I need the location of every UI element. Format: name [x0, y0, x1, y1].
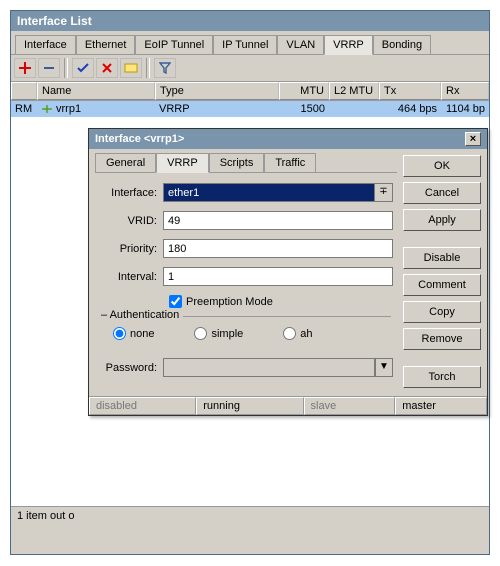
preemption-checkbox[interactable]	[169, 295, 182, 308]
cell-mtu: 1500	[279, 101, 329, 117]
vrrp-icon	[41, 104, 53, 114]
tab-bonding[interactable]: Bonding	[373, 35, 431, 54]
chevron-down-icon: ▼	[379, 361, 389, 372]
password-input	[163, 358, 375, 377]
close-button[interactable]: ×	[465, 132, 481, 146]
col-type[interactable]: Type	[155, 82, 279, 100]
priority-input[interactable]	[163, 239, 393, 258]
torch-button[interactable]: Torch	[403, 366, 481, 388]
minus-icon	[43, 62, 55, 74]
dlg-tab-vrrp[interactable]: VRRP	[156, 153, 209, 173]
vrrp-form: Interface: ∓ VRID: Priority:	[95, 173, 397, 390]
ok-button[interactable]: OK	[403, 155, 481, 177]
disable-button[interactable]	[96, 58, 118, 78]
tab-ip-tunnel[interactable]: IP Tunnel	[213, 35, 277, 54]
apply-button[interactable]: Apply	[403, 209, 481, 231]
col-mtu[interactable]: MTU	[279, 82, 329, 100]
tab-interface[interactable]: Interface	[15, 35, 76, 54]
vrid-input[interactable]	[163, 211, 393, 230]
filter-button[interactable]	[154, 58, 176, 78]
col-rx[interactable]: Rx	[441, 82, 489, 100]
password-label: Password:	[99, 362, 163, 374]
dialog-titlebar[interactable]: Interface <vrrp1> ×	[89, 129, 487, 149]
main-tabstrip: Interface Ethernet EoIP Tunnel IP Tunnel…	[11, 31, 489, 55]
plus-icon	[19, 62, 31, 74]
window-title: Interface List	[11, 11, 489, 31]
interface-input[interactable]	[163, 183, 375, 202]
grid-header: Name Type MTU L2 MTU Tx Rx	[11, 82, 489, 101]
remove-button[interactable]	[38, 58, 60, 78]
check-icon	[77, 62, 89, 74]
toolbar-separator	[64, 58, 68, 78]
col-flags[interactable]	[11, 82, 37, 100]
dialog-title-text: Interface <vrrp1>	[95, 133, 184, 145]
authentication-legend: – Authentication	[101, 309, 183, 321]
copy-button[interactable]: Copy	[403, 301, 481, 323]
interface-label: Interface:	[99, 187, 163, 199]
cell-flags: RM	[11, 101, 37, 117]
status-slave: slave	[304, 397, 396, 415]
comment-button[interactable]	[120, 58, 142, 78]
dlg-tab-traffic[interactable]: Traffic	[264, 153, 316, 172]
tab-eoip-tunnel[interactable]: EoIP Tunnel	[135, 35, 213, 54]
toolbar	[11, 55, 489, 82]
preemption-label: Preemption Mode	[186, 296, 273, 308]
col-tx[interactable]: Tx	[379, 82, 441, 100]
table-row[interactable]: RM vrrp1 VRRP 1500 464 bps 1104 bp	[11, 101, 489, 117]
toolbar-separator	[146, 58, 150, 78]
close-icon: ×	[470, 133, 476, 145]
status-disabled: disabled	[89, 397, 196, 415]
cancel-button[interactable]: Cancel	[403, 182, 481, 204]
funnel-icon	[159, 62, 171, 74]
disable-button[interactable]: Disable	[403, 247, 481, 269]
priority-label: Priority:	[99, 243, 163, 255]
enable-button[interactable]	[72, 58, 94, 78]
dlg-tab-scripts[interactable]: Scripts	[209, 153, 265, 172]
status-master: master	[395, 397, 487, 415]
authentication-group: – Authentication none simple ah	[101, 316, 391, 348]
status-running: running	[196, 397, 303, 415]
note-icon	[124, 62, 138, 74]
password-dropdown-button[interactable]: ▼	[375, 358, 393, 377]
dialog-button-column: OK Cancel Apply Disable Comment Copy Rem…	[403, 149, 487, 396]
dialog-tabstrip: General VRRP Scripts Traffic	[95, 153, 397, 173]
auth-none-radio[interactable]	[113, 327, 126, 340]
dlg-tab-general[interactable]: General	[95, 153, 156, 172]
remove-button[interactable]: Remove	[403, 328, 481, 350]
interval-input[interactable]	[163, 267, 393, 286]
cell-tx: 464 bps	[379, 101, 441, 117]
interface-dropdown-button[interactable]: ∓	[375, 183, 393, 202]
interface-combo[interactable]: ∓	[163, 183, 393, 202]
x-icon	[101, 62, 113, 74]
add-button[interactable]	[14, 58, 36, 78]
auth-simple-radio[interactable]	[194, 327, 207, 340]
cell-name-text: vrrp1	[56, 103, 81, 115]
col-l2mtu[interactable]: L2 MTU	[329, 82, 379, 100]
statusbar: 1 item out o	[11, 506, 489, 525]
vrid-label: VRID:	[99, 215, 163, 227]
tab-ethernet[interactable]: Ethernet	[76, 35, 136, 54]
auth-ah-label: ah	[300, 328, 312, 340]
interval-label: Interval:	[99, 271, 163, 283]
interface-properties-dialog: Interface <vrrp1> × General VRRP Scripts…	[88, 128, 488, 416]
auth-none-label: none	[130, 328, 154, 340]
cell-type: VRRP	[155, 101, 279, 117]
tab-vrrp[interactable]: VRRP	[324, 35, 373, 55]
cell-rx: 1104 bp	[441, 101, 489, 117]
auth-simple-label: simple	[211, 328, 243, 340]
tab-vlan[interactable]: VLAN	[277, 35, 324, 54]
auth-ah-radio[interactable]	[283, 327, 296, 340]
cell-name: vrrp1	[37, 101, 155, 117]
dropdown-icon: ∓	[379, 186, 387, 197]
col-name[interactable]: Name	[37, 82, 155, 100]
comment-button[interactable]: Comment	[403, 274, 481, 296]
cell-l2mtu	[329, 101, 379, 117]
dialog-statusbar: disabled running slave master	[89, 396, 487, 415]
